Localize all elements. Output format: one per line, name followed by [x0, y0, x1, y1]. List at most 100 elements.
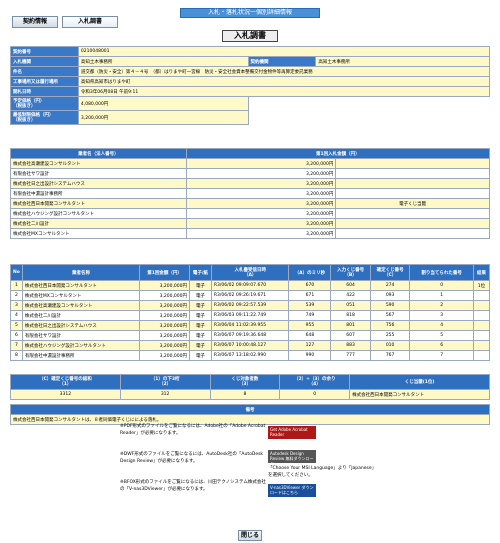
vnas-viewer-link[interactable]: V-nas3DViewer ダウンロードはこちら [268, 484, 316, 497]
row-no: 6 [10, 330, 23, 341]
autodesk-download-link[interactable]: Autodesk Design Review 無料ダウンロード [268, 450, 316, 466]
remarks-header: 備考 [10, 404, 490, 415]
table-row: 株式会社西日本開発コンサルタント 3,200,000円 電子くじ当籤 [10, 198, 490, 209]
result [472, 340, 491, 351]
bidder-name: 株式会社高瀬建設コンサルタント [10, 158, 187, 169]
row-no: 7 [10, 340, 23, 351]
info-value: 0210048001 [77, 46, 491, 57]
result [472, 320, 491, 331]
info-value: 道交都（防災・安全）第４－４号 （都）はりまや町一宮線 防災・安全社会資本整備交… [77, 66, 491, 77]
pdf-note: ※PDF形式のファイルをご覧になるには、Adobe社の「Adobe Acroba… [120, 424, 266, 436]
fixed-lottery-no: 255 [369, 330, 411, 341]
info-label: 契約番号 [10, 46, 79, 57]
column-header: 業者名（法人番号） [10, 148, 187, 159]
submission-type: 電子 [188, 290, 212, 301]
bid-amount: 3,200,000円 [139, 300, 190, 311]
assigned-no: 0 [409, 280, 474, 291]
table-row: 株式会社日之出設計システムハウス 3,200,000円 [10, 178, 490, 189]
info-value: 4,080,000円 [77, 96, 249, 111]
bid-note [335, 158, 490, 169]
bidder-name: 株式会社MXコンサルタント [21, 290, 141, 301]
column-header: （1）の下3桁 （2） [119, 374, 211, 390]
input-lottery-no: 801 [330, 320, 371, 331]
tab-bid-record[interactable]: 入札調書 [62, 16, 118, 28]
bidder-name: 株式会社西日本開発コンサルタント [10, 198, 187, 209]
row-no: 5 [10, 320, 23, 331]
received-datetime: R3/06/02 09:22:57.539 [210, 300, 290, 311]
lottery-table: No 業者名称 第1回金額（円） 電子/紙 入札書受信日時 （A） （A）のミリ… [10, 264, 491, 361]
column-header: 第1回金額（円） [139, 264, 190, 281]
bidder-name: 株式会社二川設計 [10, 218, 187, 229]
msi-language-note: 「Choose Your MSI Language」より「Japanese」を選… [268, 466, 377, 478]
bid-amount: 3,200,000円 [185, 208, 337, 219]
input-lottery-no: 051 [330, 300, 371, 311]
milliseconds: 670 [288, 280, 332, 291]
lottery-summary-table: （C）確定くじ番号の総和 （1） （1）の下3桁 （2） くじ対象者数 （3） … [10, 374, 490, 400]
participant-count: 8 [209, 389, 281, 400]
info-row: 開札日時 令和3年06月08日 午前9:11 [10, 86, 491, 97]
bid-amount: 3,200,000円 [185, 198, 337, 209]
submission-type: 電子 [188, 350, 212, 361]
bid-note [335, 228, 490, 239]
table-row: 7 株式会社ハウジング設計コンサルタント 3,200,000円 電子 R3/06/07 … [10, 340, 491, 351]
close-button[interactable]: 閉じる [238, 530, 262, 541]
received-datetime: R3/06/02 09:09:07.670 [210, 280, 290, 291]
table-row: 4 株式会社二川設計 3,200,000円 電子 R3/06/03 09:11:22.7… [10, 310, 491, 321]
table-row: 3 株式会社高瀬建設コンサルタント 3,200,000円 電子 R3/06/02 09:… [10, 300, 491, 311]
table-row: 株式会社高瀬建設コンサルタント 3,200,000円 [10, 158, 490, 169]
column-header: くじ当籤(1位) [349, 374, 490, 390]
bidder-name: 株式会社日之出設計システムハウス [21, 320, 141, 331]
adobe-reader-link[interactable]: Get Adobe Acrobat Reader [268, 426, 316, 439]
assigned-no: 2 [409, 300, 474, 311]
info-row: 件名 道交都（防災・安全）第４－４号 （都）はりまや町一宮線 防災・安全社会資本整… [10, 66, 491, 77]
bid-note [335, 178, 490, 189]
assigned-no: 6 [409, 340, 474, 351]
bid-amount: 3,200,000円 [139, 310, 190, 321]
assigned-no: 3 [409, 310, 474, 321]
column-header: 入札書受信日時 （A） [210, 264, 290, 281]
submission-type: 電子 [188, 330, 212, 341]
assigned-no: 5 [409, 330, 474, 341]
submission-type: 電子 [188, 310, 212, 321]
received-datetime: R3/06/02 09:26:19.671 [210, 290, 290, 301]
bid-note [335, 208, 490, 219]
info-label: 最低制限価格（円） （税抜き） [10, 110, 79, 125]
column-header: （2）÷（3）の余り （4） [279, 374, 351, 390]
column-header: くじ対象者数 （3） [209, 374, 281, 390]
info-row: 予定価格（円） （税抜き） 4,080,000円 [10, 96, 490, 111]
column-header: 割り当てられた番号 [409, 264, 474, 281]
result: 1位 [472, 280, 491, 291]
input-lottery-no: 604 [330, 280, 371, 291]
column-header: （A）のミリ秒 [288, 264, 332, 281]
input-lottery-no: 607 [330, 330, 371, 341]
bid-amount: 3,200,000円 [139, 290, 190, 301]
bid-amount: 3,200,000円 [185, 158, 337, 169]
row-no: 3 [10, 300, 23, 311]
bid-amount: 3,200,000円 [139, 280, 190, 291]
received-datetime: R3/06/07 09:19:36.648 [210, 330, 290, 341]
tab-contract-info[interactable]: 契約情報 [12, 16, 58, 28]
bid-amount: 3,200,000円 [185, 218, 337, 229]
bid-amount: 3,200,000円 [185, 168, 337, 179]
table-row: 6 有限会社サワ設計 3,200,000円 電子 R3/06/07 09:19:36.6… [10, 330, 491, 341]
assigned-no: 7 [409, 350, 474, 361]
milliseconds: 671 [288, 290, 332, 301]
remainder: 0 [279, 389, 351, 400]
milliseconds: 539 [288, 300, 332, 311]
info-label: 予定価格（円） （税抜き） [10, 96, 79, 111]
bidder-name: 株式会社日之出設計システムハウス [10, 178, 187, 189]
table-row: 株式会社MXコンサルタント 3,200,000円 [10, 228, 490, 239]
bidder-name: 有限会社中濃設計事務所 [21, 350, 141, 361]
table-row: 1 株式会社西日本開発コンサルタント 3,200,000円 電子 R3/06/02 09… [10, 280, 491, 291]
submission-type: 電子 [188, 300, 212, 311]
remarks-table: 備考 株式会社西日本開発コンサルタントは、８者同価電子くじにによる落札。 [10, 404, 490, 425]
submission-type: 電子 [188, 340, 212, 351]
bidder-name: 有限会社中濃設計事務所 [10, 188, 187, 199]
milliseconds: 749 [288, 310, 332, 321]
bid-amount: 3,200,000円 [185, 228, 337, 239]
bidder-name: 有限会社サワ設計 [10, 168, 187, 179]
input-lottery-no: 883 [330, 340, 371, 351]
bid-note [335, 168, 490, 179]
bid-note [335, 188, 490, 199]
info-value: 令和3年06月08日 午前9:11 [77, 86, 491, 97]
